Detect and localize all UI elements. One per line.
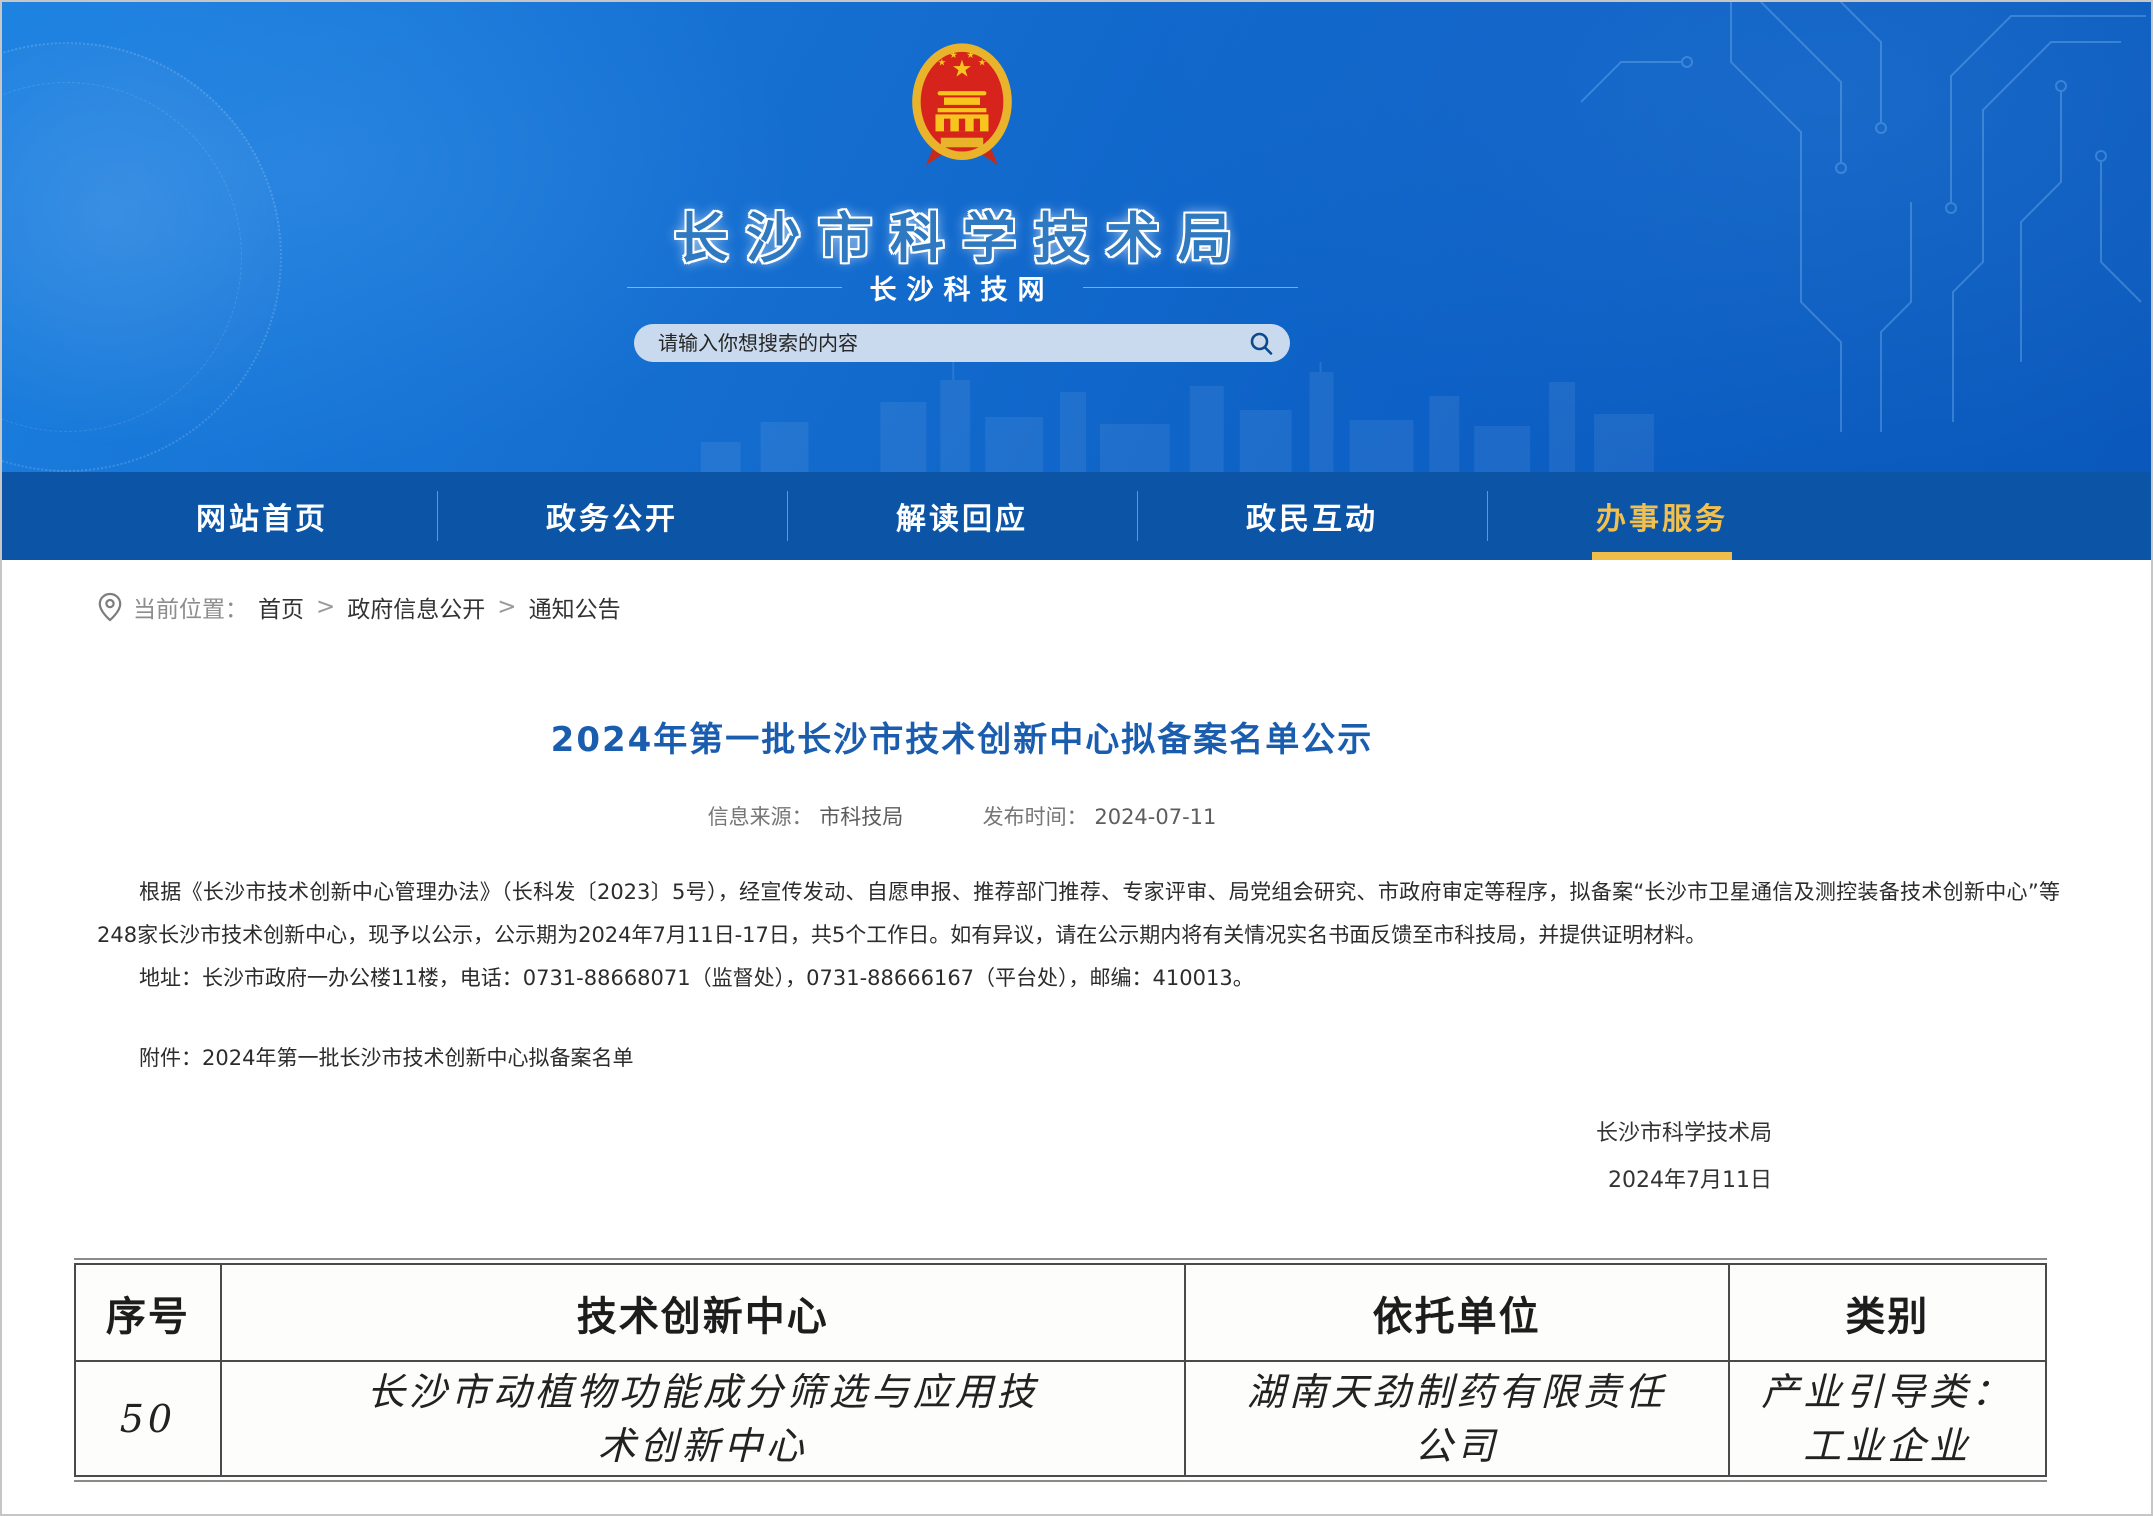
publish-date-value: 2024-07-11 [1094, 805, 1216, 829]
page-content: 当前位置： 首页 > 政府信息公开 > 通知公告 2024年第一批长沙市技术创新… [2, 590, 2151, 1482]
nav-item-services[interactable]: 办事服务 [1487, 472, 1837, 560]
column-header-category: 类别 [1729, 1264, 2046, 1361]
search-button[interactable] [1248, 330, 1274, 356]
article-signature: 长沙市科学技术局 2024年7月11日 [97, 1110, 1827, 1204]
table-header-row: 序号 技术创新中心 依托单位 类别 [75, 1264, 2046, 1361]
search-icon [1248, 330, 1274, 356]
nav-item-interaction[interactable]: 政民互动 [1137, 472, 1487, 560]
breadcrumb: 当前位置： 首页 > 政府信息公开 > 通知公告 [97, 590, 2056, 624]
article-paragraph-1: 根据《长沙市技术创新中心管理办法》（长科发〔2023〕5号），经宣传发动、自愿申… [97, 871, 2060, 957]
column-header-index: 序号 [75, 1264, 221, 1361]
article-body: 根据《长沙市技术创新中心管理办法》（长科发〔2023〕5号），经宣传发动、自愿申… [97, 871, 2060, 1000]
subtitle-divider-left [627, 287, 842, 288]
national-emblem-logo: ★ ★ ★ ★ ★ [909, 40, 1015, 178]
cell-center-name: 长沙市动植物功能成分筛选与应用技术创新中心 [221, 1361, 1185, 1476]
column-header-center: 技术创新中心 [221, 1264, 1185, 1361]
breadcrumb-label: 当前位置： [133, 590, 248, 624]
nav-item-interpretation[interactable]: 解读回应 [787, 472, 1137, 560]
innovation-center-table: 序号 技术创新中心 依托单位 类别 50 长沙市动植物功能成分筛选与应用技术创新… [74, 1263, 2047, 1477]
cell-organization: 湖南天劲制药有限责任公司 [1185, 1361, 1729, 1476]
attachment-link[interactable]: 附件：2024年第一批长沙市技术创新中心拟备案名单 [97, 1042, 2056, 1072]
cell-index: 50 [75, 1361, 221, 1476]
article-paragraph-2: 地址：长沙市政府一办公楼11楼，电话：0731-88668071（监督处），07… [97, 957, 2060, 1000]
cell-category: 产业引导类：工业企业 [1729, 1361, 2046, 1476]
nav-item-government-affairs[interactable]: 政务公开 [437, 472, 787, 560]
breadcrumb-link-notices[interactable]: 通知公告 [529, 590, 621, 624]
publish-date-label: 发布时间： [983, 805, 1088, 829]
nav-item-services-label: 办事服务 [1596, 494, 1728, 538]
svg-text:★: ★ [978, 58, 987, 69]
scanned-table-image: 序号 技术创新中心 依托单位 类别 50 长沙市动植物功能成分筛选与应用技术创新… [74, 1258, 2047, 1482]
svg-text:★: ★ [949, 50, 958, 61]
source-label: 信息来源： [708, 805, 813, 829]
breadcrumb-separator: > [495, 594, 518, 620]
signature-organization: 长沙市科学技术局 [97, 1110, 1772, 1157]
active-tab-indicator [1592, 552, 1732, 560]
site-title: 长沙市科学技术局 [87, 194, 1837, 273]
site-banner: ★ ★ ★ ★ ★ 长沙市科学技术局 长沙科技网 [2, 2, 2151, 472]
site-subtitle: 长沙科技网 [87, 270, 1837, 304]
svg-text:★: ★ [938, 58, 947, 69]
table-row: 50 长沙市动植物功能成分筛选与应用技术创新中心 湖南天劲制药有限责任公司 产业… [75, 1361, 2046, 1476]
column-header-organization: 依托单位 [1185, 1264, 1729, 1361]
search-input[interactable] [658, 331, 1248, 355]
cell-category-text: 产业引导类：工业企业 [1755, 1365, 2020, 1473]
site-subtitle-text: 长沙科技网 [870, 268, 1055, 307]
source-value: 市科技局 [819, 805, 903, 829]
breadcrumb-link-gov-info[interactable]: 政府信息公开 [347, 590, 485, 624]
cell-center-name-text: 长沙市动植物功能成分筛选与应用技术创新中心 [353, 1365, 1053, 1473]
search-bar [634, 324, 1290, 362]
signature-date: 2024年7月11日 [97, 1157, 1772, 1204]
cell-organization-text: 湖南天劲制药有限责任公司 [1237, 1365, 1677, 1473]
location-pin-icon [97, 592, 123, 622]
breadcrumb-link-home[interactable]: 首页 [258, 590, 304, 624]
article-meta: 信息来源： 市科技局 发布时间： 2024-07-11 [97, 801, 1827, 831]
nav-item-home[interactable]: 网站首页 [87, 472, 437, 560]
breadcrumb-separator: > [314, 594, 337, 620]
subtitle-divider-right [1083, 287, 1298, 288]
main-navigation: 网站首页 政务公开 解读回应 政民互动 办事服务 [2, 472, 2151, 560]
svg-text:★: ★ [966, 50, 975, 61]
article-title: 2024年第一批长沙市技术创新中心拟备案名单公示 [97, 712, 1827, 761]
page: ★ ★ ★ ★ ★ 长沙市科学技术局 长沙科技网 [0, 0, 2153, 1516]
